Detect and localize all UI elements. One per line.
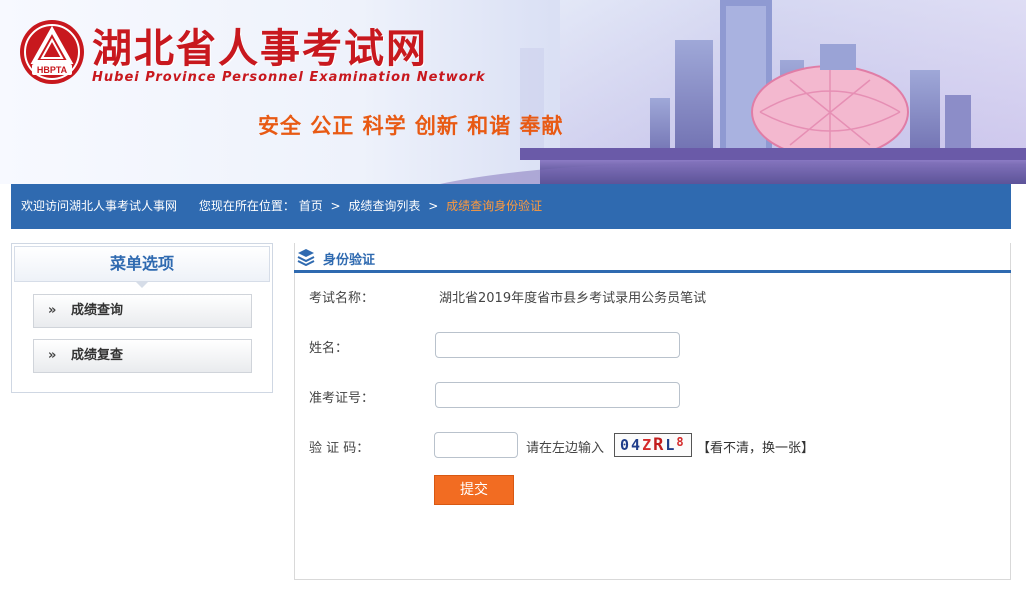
exam-name-value: 湖北省2019年度省市县乡考试录用公务员笔试 <box>439 291 707 306</box>
captcha-char: 0 <box>620 436 632 454</box>
sidebar-title: 菜单选项 <box>14 246 270 288</box>
captcha-char: R <box>653 435 666 455</box>
sidebar-item-label: 成绩查询 <box>70 303 123 318</box>
captcha-char: 4 <box>631 436 643 454</box>
site-title: 湖北省人事考试网 <box>92 25 428 72</box>
ticket-number-label: 准考证号： <box>309 391 375 406</box>
name-input[interactable] <box>435 332 680 358</box>
identity-verification-panel: 身份验证 考试名称： 湖北省2019年度省市县乡考试录用公务员笔试 姓名： 准考… <box>294 243 1011 580</box>
captcha-hint: 请在左边输入 <box>526 441 605 456</box>
double-chevron-right-icon: » <box>48 303 57 318</box>
svg-text:HBPTA: HBPTA <box>37 65 68 75</box>
sidebar-item-score-query[interactable]: » 成绩查询 <box>33 294 252 328</box>
captcha-image[interactable]: 04ZRL8 <box>614 433 692 457</box>
site-subtitle: Hubei Province Personnel Examination Net… <box>92 70 486 85</box>
ticket-number-input[interactable] <box>435 382 680 408</box>
location-prefix: 您现在所在位置： <box>198 199 295 213</box>
site-banner: HBPTA 湖北省人事考试网 Hubei Province Personnel … <box>0 0 1026 184</box>
caret-down-icon <box>136 282 148 288</box>
site-slogan: 安全 公正 科学 创新 和谐 奉献 <box>258 113 564 138</box>
breadcrumb-separator: > <box>428 199 439 213</box>
captcha-input[interactable] <box>434 432 518 458</box>
captcha-char: Z <box>642 436 654 454</box>
exam-name-label: 考试名称： <box>309 291 375 306</box>
panel-header: 身份验证 <box>294 243 1011 273</box>
name-label: 姓名： <box>309 341 349 356</box>
double-chevron-right-icon: » <box>48 348 57 363</box>
submit-button[interactable]: 提交 <box>434 475 514 505</box>
breadcrumb-current: 成绩查询身份验证 <box>446 199 543 213</box>
refresh-captcha-link[interactable]: 【看不清，换一张】 <box>697 437 814 456</box>
breadcrumb-separator: > <box>330 199 341 213</box>
breadcrumb-bar: 欢迎访问湖北人事考试人事网 您现在所在位置： 首页 > 成绩查询列表 > 成绩查… <box>11 184 1011 229</box>
panel-title: 身份验证 <box>323 253 376 268</box>
captcha-char: L <box>665 436 677 454</box>
sidebar-item-score-review[interactable]: » 成绩复查 <box>33 339 252 373</box>
captcha-label: 验 证 码： <box>309 441 370 456</box>
welcome-text: 欢迎访问湖北人事考试人事网 <box>21 199 178 213</box>
layers-icon <box>297 249 315 266</box>
breadcrumb-score-list-link[interactable]: 成绩查询列表 <box>348 199 420 213</box>
sidebar-item-label: 成绩复查 <box>70 348 123 363</box>
sidebar-title-text: 菜单选项 <box>109 254 174 273</box>
breadcrumb-home-link[interactable]: 首页 <box>299 199 323 213</box>
sidebar-menu: 菜单选项 » 成绩查询 » 成绩复查 <box>11 243 273 393</box>
captcha-char: 8 <box>676 435 686 449</box>
hbpta-logo: HBPTA <box>20 20 84 84</box>
